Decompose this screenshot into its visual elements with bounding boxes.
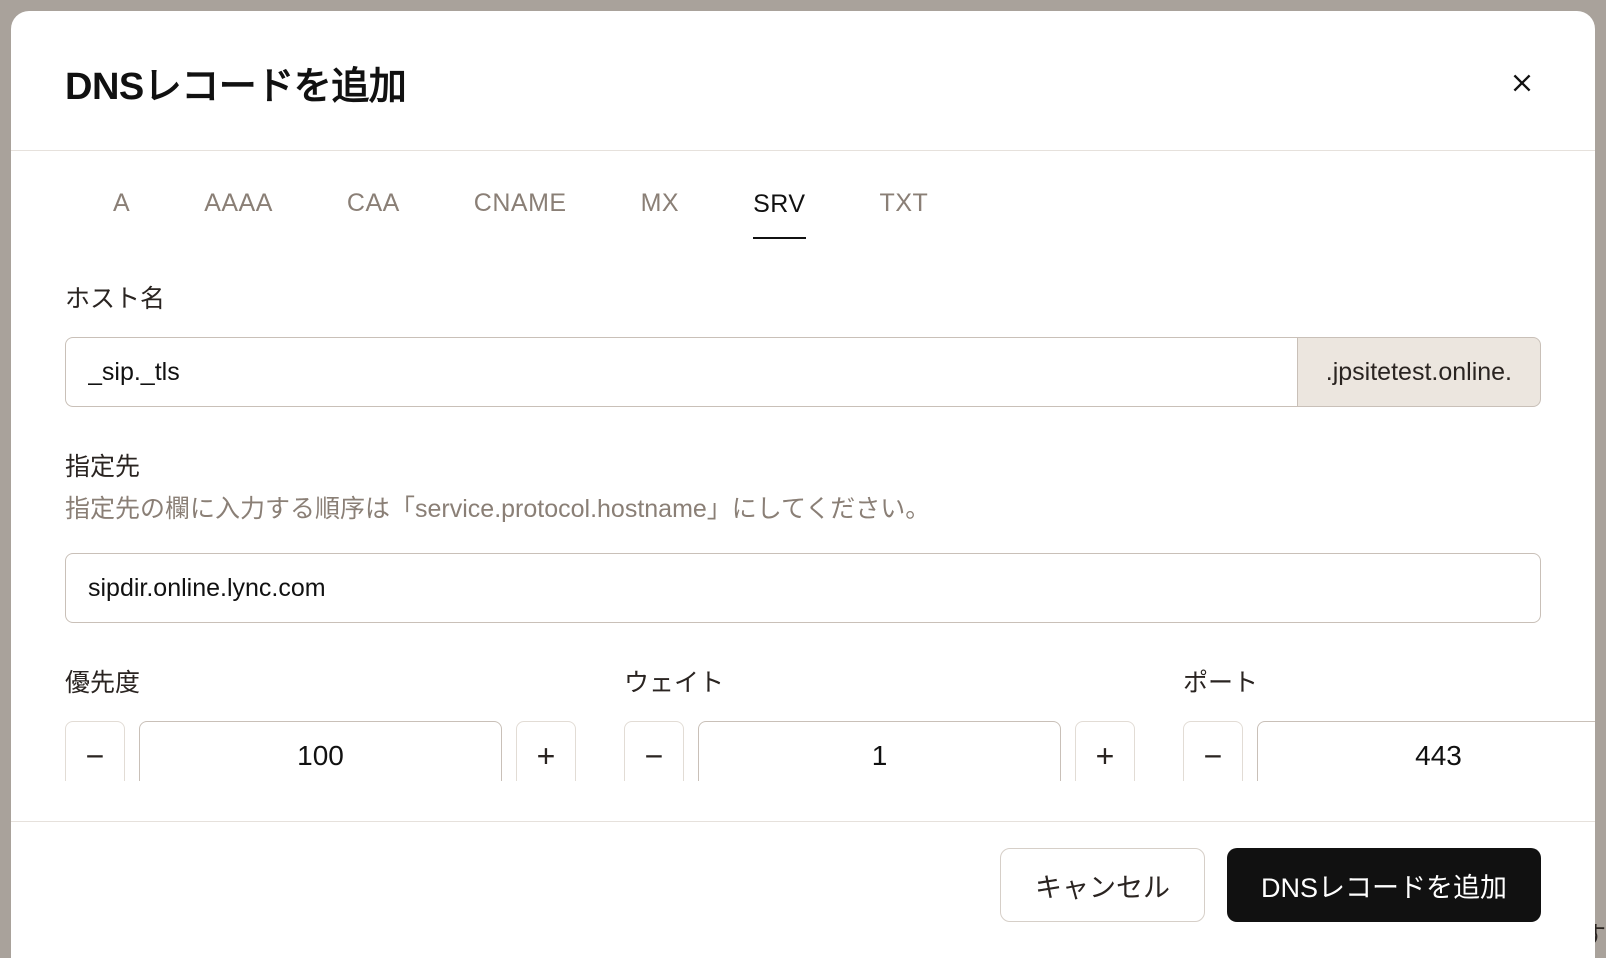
target-input[interactable]: [65, 553, 1541, 623]
submit-button[interactable]: DNSレコードを追加: [1227, 848, 1541, 922]
minus-icon: −: [1204, 740, 1223, 772]
modal-body: A AAAA CAA CNAME MX SRV TXT ホスト名 .jpsite…: [11, 151, 1595, 781]
priority-decrement[interactable]: −: [65, 721, 125, 781]
weight-increment[interactable]: +: [1075, 721, 1135, 781]
add-dns-record-modal: DNSレコードを追加 A AAAA CAA CNAME MX SRV TXT ホ…: [11, 11, 1595, 958]
record-type-tabs: A AAAA CAA CNAME MX SRV TXT: [65, 151, 1541, 239]
port-label: ポート: [1183, 663, 1595, 699]
priority-input[interactable]: [139, 721, 502, 781]
cancel-button[interactable]: キャンセル: [1000, 848, 1205, 922]
hostname-field: ホスト名 .jpsitetest.online.: [65, 279, 1541, 407]
tab-txt[interactable]: TXT: [880, 179, 929, 239]
tab-cname[interactable]: CNAME: [474, 179, 567, 239]
port-field: ポート − +: [1183, 663, 1595, 781]
target-hint: 指定先の欄に入力する順序は「service.protocol.hostname」…: [65, 489, 1541, 525]
tab-aaaa[interactable]: AAAA: [204, 179, 273, 239]
tab-a[interactable]: A: [113, 179, 130, 239]
tab-caa[interactable]: CAA: [347, 179, 400, 239]
priority-label: 優先度: [65, 663, 576, 699]
weight-label: ウェイト: [624, 663, 1135, 699]
minus-icon: −: [645, 740, 664, 772]
plus-icon: +: [1096, 740, 1115, 772]
hostname-input[interactable]: [65, 337, 1297, 407]
weight-field: ウェイト − +: [624, 663, 1135, 781]
hostname-suffix: .jpsitetest.online.: [1297, 337, 1541, 407]
target-label: 指定先: [65, 447, 1541, 483]
target-field: 指定先 指定先の欄に入力する順序は「service.protocol.hostn…: [65, 447, 1541, 623]
weight-input[interactable]: [698, 721, 1061, 781]
plus-icon: +: [537, 740, 556, 772]
priority-increment[interactable]: +: [516, 721, 576, 781]
modal-footer: キャンセル DNSレコードを追加: [11, 821, 1595, 958]
port-decrement[interactable]: −: [1183, 721, 1243, 781]
close-icon: [1509, 70, 1535, 96]
tab-srv[interactable]: SRV: [753, 179, 805, 239]
minus-icon: −: [86, 740, 105, 772]
priority-field: 優先度 − +: [65, 663, 576, 781]
port-input[interactable]: [1257, 721, 1595, 781]
tab-mx[interactable]: MX: [641, 179, 680, 239]
modal-title: DNSレコードを追加: [65, 55, 406, 110]
modal-header: DNSレコードを追加: [11, 11, 1595, 151]
weight-decrement[interactable]: −: [624, 721, 684, 781]
hostname-label: ホスト名: [65, 279, 1541, 315]
close-button[interactable]: [1503, 64, 1541, 102]
numeric-row: 優先度 − + ウェイト −: [65, 663, 1541, 781]
